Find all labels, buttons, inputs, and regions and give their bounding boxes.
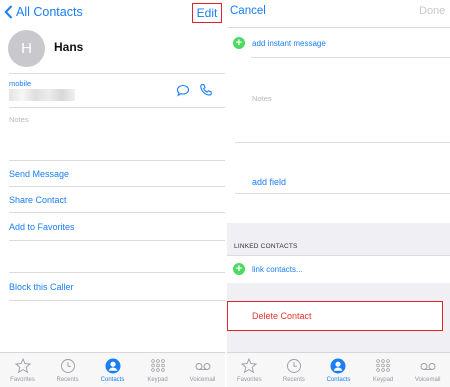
- send-message-button[interactable]: Send Message: [9, 169, 69, 179]
- done-button[interactable]: Done: [419, 5, 445, 17]
- linked-contacts-header-band: [227, 223, 450, 255]
- tab-bar: Favorites Recents Contacts Keypad Voicem…: [0, 352, 225, 387]
- add-field-button[interactable]: add field: [252, 177, 286, 187]
- contact-name: Hans: [54, 40, 84, 54]
- mobile-label: mobile: [9, 79, 32, 88]
- share-contact-button[interactable]: Share Contact: [9, 195, 67, 205]
- phone-number-redacted[interactable]: [9, 89, 75, 101]
- edit-button[interactable]: Edit: [192, 3, 222, 23]
- tab-label: Keypad: [147, 377, 168, 383]
- delete-contact-label: Delete Contact: [252, 311, 312, 321]
- star-icon: [241, 358, 258, 374]
- tab-recents[interactable]: Recents: [272, 353, 317, 387]
- tab-label: Favorites: [236, 377, 262, 383]
- voicemail-icon: [195, 363, 210, 370]
- person-icon: [105, 358, 120, 374]
- tab-keypad[interactable]: Keypad: [361, 353, 406, 387]
- tab-keypad[interactable]: Keypad: [135, 353, 180, 387]
- tab-label: Keypad: [372, 377, 394, 383]
- plus-icon: +: [233, 263, 245, 275]
- person-icon: [330, 358, 346, 374]
- tab-recents[interactable]: Recents: [45, 353, 90, 387]
- chevron-left-icon: [4, 5, 13, 19]
- phone-icon[interactable]: [199, 83, 213, 97]
- block-caller-button[interactable]: Block this Caller: [9, 282, 74, 292]
- voicemail-icon: [420, 363, 436, 370]
- add-to-favorites-button[interactable]: Add to Favorites: [9, 222, 75, 232]
- delete-contact-button[interactable]: Delete Contact: [227, 301, 443, 331]
- message-icon[interactable]: [176, 84, 190, 97]
- tab-bar: Favorites Recents Contacts Keypad Voicem…: [227, 352, 450, 387]
- tab-contacts[interactable]: Contacts: [90, 353, 135, 387]
- tab-voicemail[interactable]: Voicemail: [405, 353, 450, 387]
- back-label: All Contacts: [16, 5, 83, 19]
- back-button[interactable]: All Contacts: [4, 5, 83, 19]
- tab-voicemail[interactable]: Voicemail: [180, 353, 225, 387]
- clock-icon: [60, 359, 75, 373]
- add-instant-message-row[interactable]: + add instant message: [233, 37, 326, 49]
- cancel-button[interactable]: Cancel: [230, 5, 266, 17]
- tab-label: Voicemail: [189, 377, 216, 383]
- avatar: H: [8, 30, 45, 67]
- keypad-icon: [150, 359, 165, 372]
- linked-contacts-header: LINKED CONTACTS: [234, 243, 298, 250]
- tab-favorites[interactable]: Favorites: [227, 353, 272, 387]
- add-instant-message-label: add instant message: [252, 38, 326, 48]
- tab-label: Recents: [282, 377, 305, 383]
- notes-field[interactable]: Notes: [252, 94, 272, 103]
- star-icon: [14, 358, 31, 374]
- link-contacts-row[interactable]: + link contacts...: [233, 263, 303, 275]
- tab-favorites[interactable]: Favorites: [0, 353, 45, 387]
- edit-contact-screen: Cancel Done + add instant message Notes …: [227, 0, 450, 387]
- tab-label: Contacts: [326, 377, 351, 383]
- tab-label: Recents: [56, 377, 79, 383]
- tab-label: Contacts: [100, 377, 125, 383]
- link-contacts-label: link contacts...: [252, 264, 303, 274]
- contact-detail-screen: All Contacts Edit H Hans mobile Notes Se…: [0, 0, 225, 387]
- keypad-icon: [376, 359, 390, 372]
- tab-label: Favorites: [10, 377, 35, 383]
- tab-label: Voicemail: [414, 377, 441, 383]
- tab-contacts[interactable]: Contacts: [316, 353, 361, 387]
- plus-icon: +: [233, 37, 245, 49]
- clock-icon: [286, 359, 301, 373]
- notes-field[interactable]: Notes: [9, 115, 29, 124]
